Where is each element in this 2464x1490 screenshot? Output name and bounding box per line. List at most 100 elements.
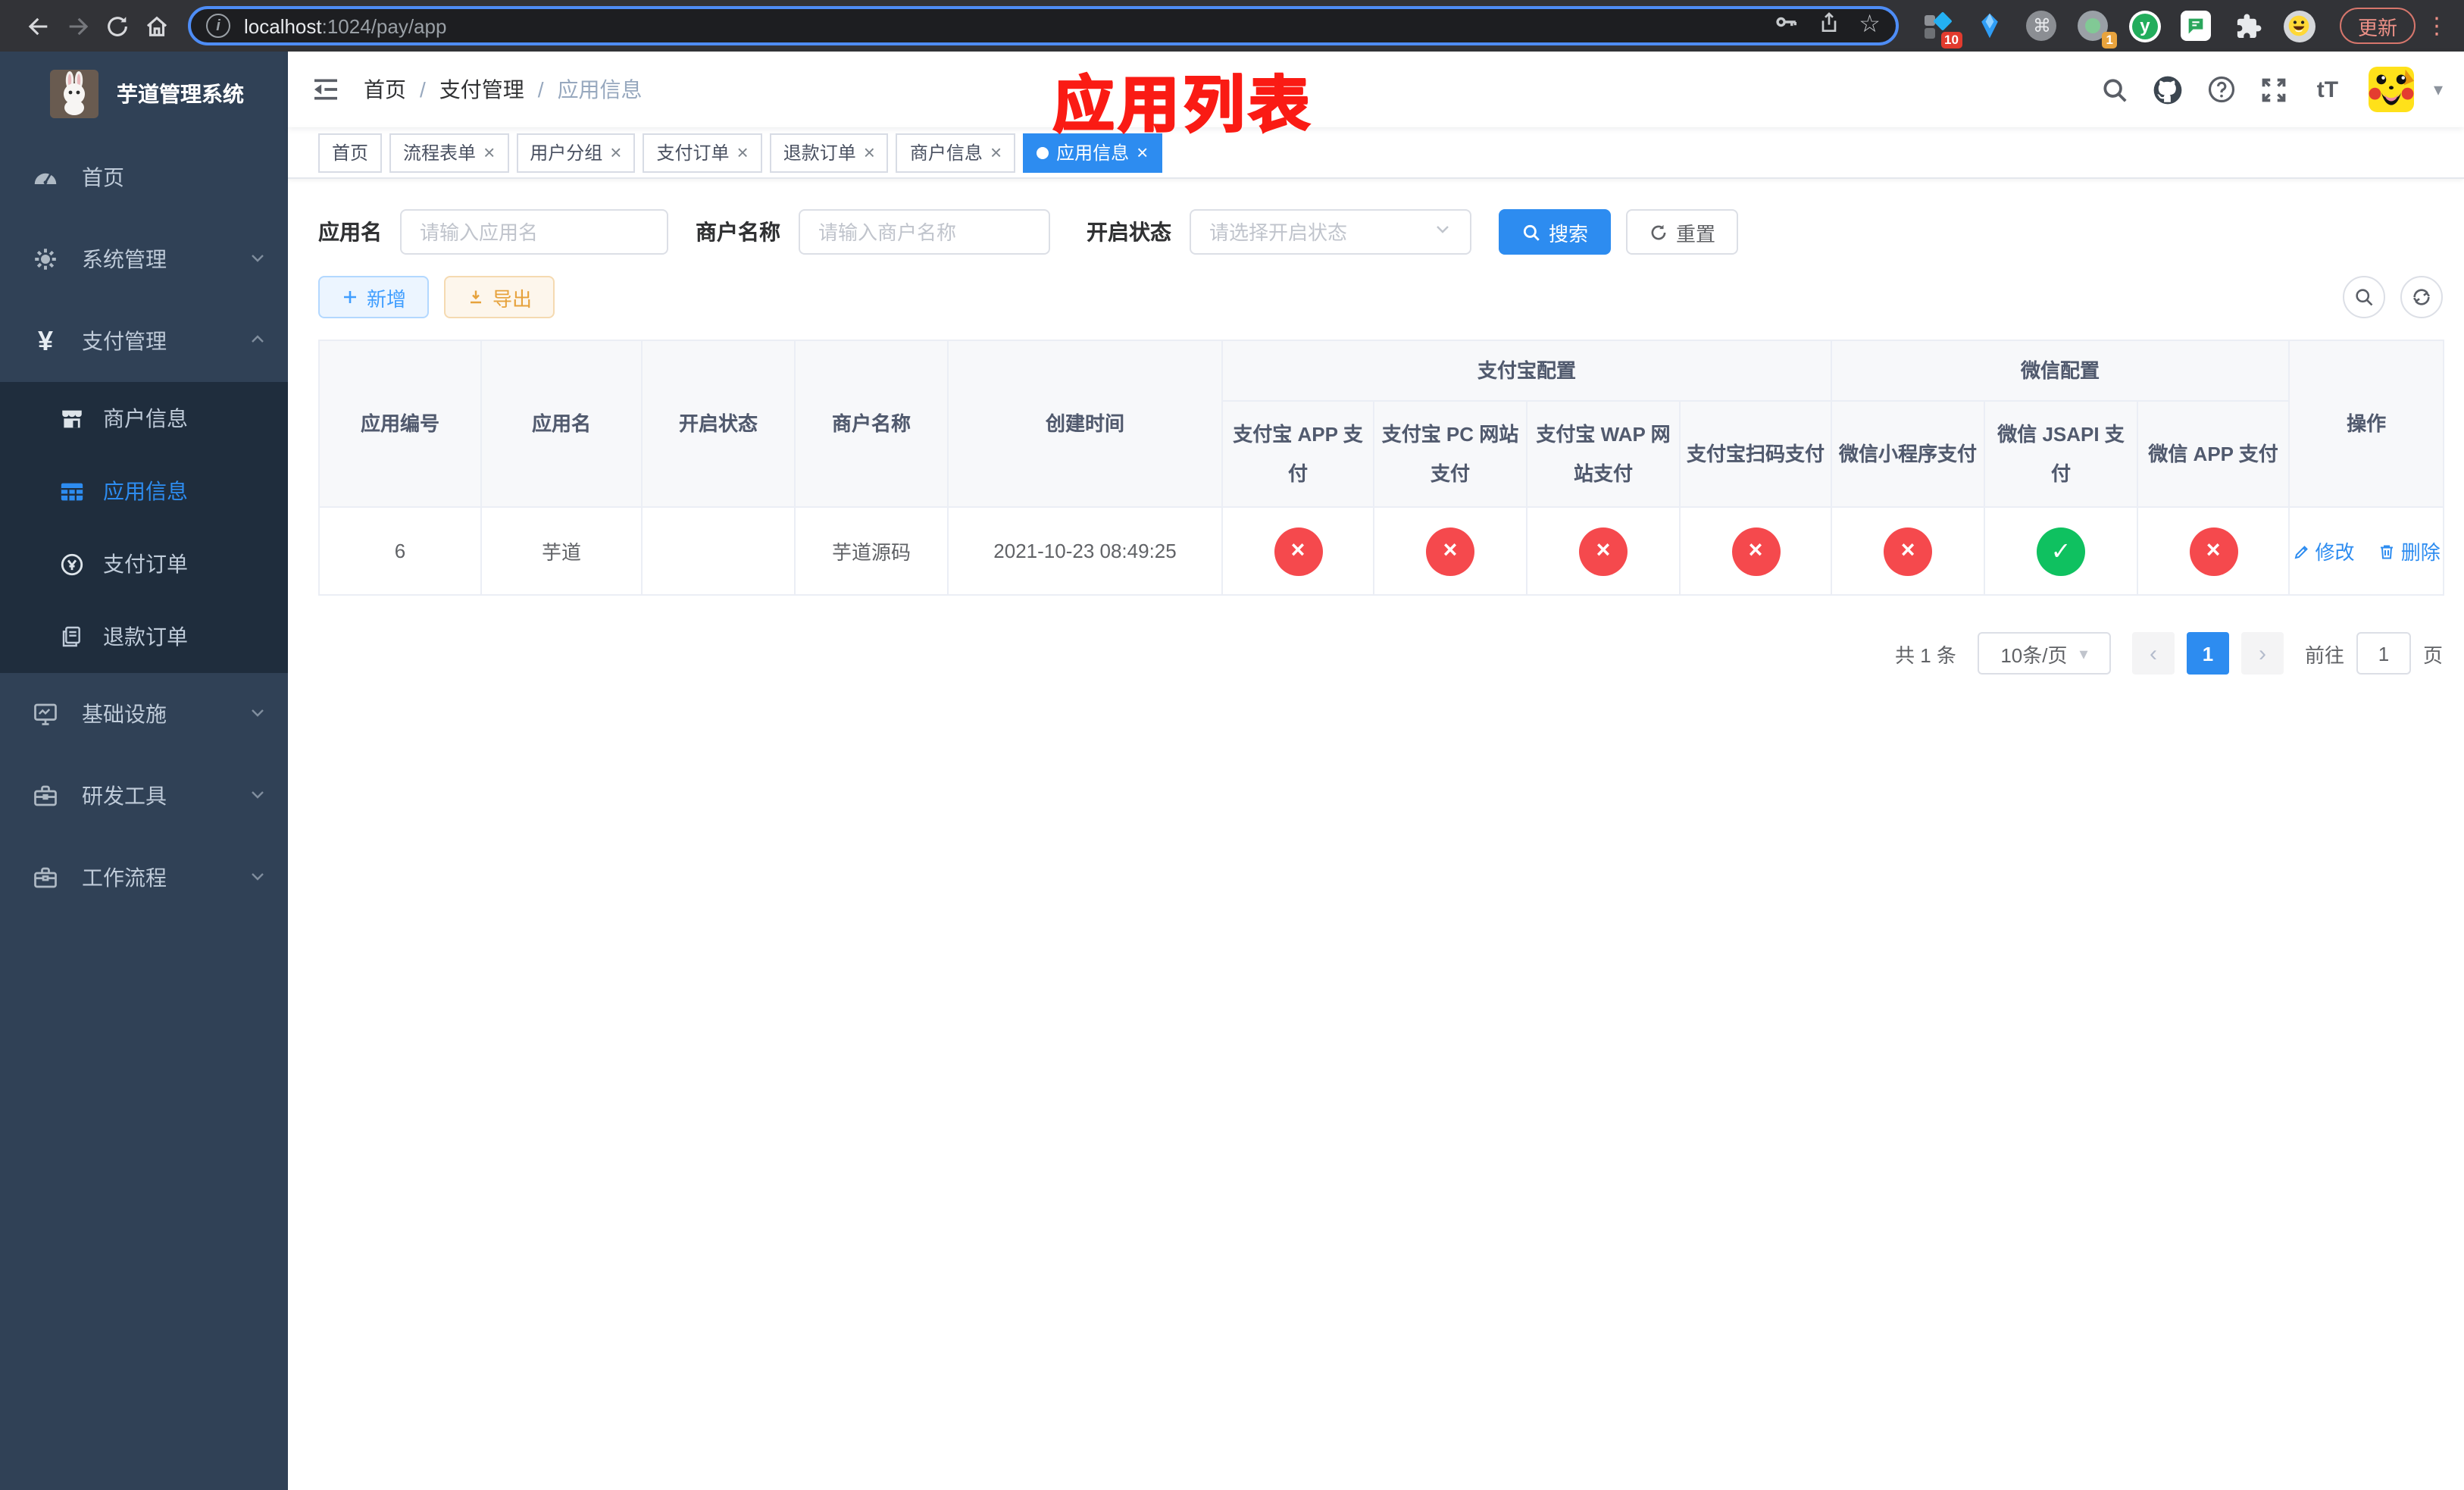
tab-merchant-info[interactable]: 商户信息 × (896, 133, 1016, 172)
group-alipay-config: 支付宝配置 (1221, 340, 1833, 402)
close-icon[interactable]: × (990, 142, 1002, 162)
browser-menu-icon[interactable]: ⋮ (2425, 12, 2449, 39)
fullscreen-icon[interactable] (2256, 71, 2293, 108)
tab-user-group[interactable]: 用户分组 × (516, 133, 636, 172)
user-avatar[interactable] (2368, 67, 2414, 112)
apps-table: 应用编号 应用名 开启状态 商户名称 创建时间 支付宝配置 微信配置 操作 支付… (318, 340, 2445, 596)
tab-refund-order[interactable]: 退款订单 × (769, 133, 889, 172)
profile-emoji-icon[interactable] (2283, 10, 2315, 42)
export-button[interactable]: 导出 (444, 276, 555, 318)
sidebar: 芋道管理系统 首页 系统管理 ¥ 支付管理 商户信息 应用信息 支付订单 退款订… (0, 52, 288, 1490)
merchant-name-input[interactable] (818, 221, 1030, 243)
sidebar-menu: 首页 系统管理 ¥ 支付管理 商户信息 应用信息 支付订单 退款订单 基础设施 … (0, 136, 288, 919)
extension-badge: 1 (2102, 31, 2117, 48)
disabled-cross-icon: × (1884, 527, 1933, 575)
chevron-down-icon (249, 866, 267, 890)
breadcrumb-pay[interactable]: 支付管理 (439, 74, 524, 105)
breadcrumb-separator: / (537, 77, 544, 102)
close-icon[interactable]: × (610, 142, 621, 162)
extension-gem-icon[interactable] (1975, 10, 2006, 42)
extension-tray: 10 ⌘ 1 y (1923, 10, 2315, 48)
status-select-input[interactable] (1209, 221, 1421, 243)
col-wx-lite: 微信小程序支付 (1831, 400, 1986, 508)
tags-view: 首页 流程表单 × 用户分组 × 支付订单 × 退款订单 × 商户信息 × 应用信息 × (288, 127, 2464, 179)
sidebar-item-infra[interactable]: 基础设施 (0, 673, 288, 755)
bookmark-star-icon[interactable]: ☆ (1859, 13, 1881, 38)
extension-command-icon[interactable]: ⌘ (2026, 10, 2058, 42)
col-ops: 操作 (2288, 340, 2445, 508)
address-bar[interactable]: i localhost:1024/pay/app ☆ (188, 6, 1899, 45)
chevron-down-icon (249, 702, 267, 726)
prev-page-button[interactable]: ‹ (2131, 632, 2175, 675)
tab-pay-order[interactable]: 支付订单 × (643, 133, 762, 172)
sidebar-item-app-info[interactable]: 应用信息 (0, 455, 288, 527)
toggle-search-button[interactable] (2343, 276, 2385, 318)
pagination: 共 1 条 10条/页 ▾ ‹ 1 › 前往 页 (318, 632, 2443, 675)
edit-link[interactable]: 修改 (2292, 537, 2354, 565)
status-select[interactable] (1190, 209, 1471, 255)
col-alipay-pc: 支付宝 PC 网站支付 (1373, 400, 1527, 508)
sidebar-item-pay-orders[interactable]: 支付订单 (0, 527, 288, 600)
browser-reload-icon[interactable] (97, 6, 136, 45)
close-icon[interactable]: × (483, 142, 495, 162)
cell-wx-app-status: × (2137, 506, 2290, 596)
close-icon[interactable]: × (737, 142, 749, 162)
sidebar-item-system[interactable]: 系统管理 (0, 218, 288, 300)
page-1-button[interactable]: 1 (2186, 632, 2229, 675)
cell-ops: 修改 删除 (2288, 506, 2445, 596)
browser-update-button[interactable]: 更新 (2339, 8, 2416, 44)
document-icon (58, 623, 85, 650)
sidebar-item-refund-orders[interactable]: 退款订单 (0, 600, 288, 673)
site-info-icon[interactable]: i (206, 14, 230, 38)
app-name-field[interactable] (400, 209, 668, 255)
sidebar-item-workflow[interactable]: 工作流程 (0, 837, 288, 919)
breadcrumb-home[interactable]: 首页 (364, 74, 406, 105)
enabled-check-icon: ✓ (2037, 527, 2086, 575)
monitor-icon (30, 699, 61, 729)
extension-badge: 10 (1940, 31, 1962, 48)
sidebar-item-pay[interactable]: ¥ 支付管理 (0, 300, 288, 382)
password-key-icon[interactable] (1772, 9, 1798, 42)
extension-y-icon[interactable]: y (2128, 10, 2161, 42)
sidebar-item-label: 研发工具 (82, 784, 167, 808)
extension-recorder-icon[interactable]: 1 (2078, 10, 2117, 48)
sidebar-item-home[interactable]: 首页 (0, 136, 288, 218)
search-icon[interactable] (2097, 71, 2134, 108)
merchant-name-label: 商户名称 (696, 220, 780, 244)
sidebar-item-merchant-info[interactable]: 商户信息 (0, 382, 288, 455)
help-icon[interactable] (2203, 71, 2240, 108)
page-size-select[interactable]: 10条/页 ▾ (1977, 632, 2111, 675)
app-logo[interactable]: 芋道管理系统 (0, 52, 288, 136)
sidebar-fold-icon[interactable] (309, 73, 342, 106)
share-icon[interactable] (1816, 10, 1840, 42)
add-button[interactable]: 新增 (318, 276, 430, 318)
browser-home-icon[interactable] (136, 6, 176, 45)
caret-down-icon[interactable]: ▾ (2434, 79, 2443, 100)
merchant-name-field[interactable] (799, 209, 1050, 255)
sidebar-item-dev-tools[interactable]: 研发工具 (0, 755, 288, 837)
goto-page-input[interactable] (2356, 632, 2411, 675)
table-toolbar: 新增 导出 (318, 276, 2443, 318)
refresh-button[interactable] (2400, 276, 2443, 318)
extensions-puzzle-icon[interactable] (2232, 10, 2264, 42)
browser-forward-icon[interactable] (58, 6, 97, 45)
browser-back-icon[interactable] (18, 6, 58, 45)
extension-chat-icon[interactable] (2181, 10, 2212, 42)
search-button[interactable]: 搜索 (1499, 209, 1612, 255)
github-icon[interactable] (2150, 71, 2187, 108)
sidebar-item-label: 退款订单 (103, 624, 188, 649)
sidebar-item-label: 基础设施 (82, 702, 167, 726)
tab-home[interactable]: 首页 (318, 133, 383, 172)
extension-blocks-icon[interactable]: 10 (1923, 10, 1962, 48)
url-text: localhost:1024/pay/app (244, 14, 447, 37)
font-size-icon[interactable]: tT (2309, 71, 2346, 108)
app-name-input[interactable] (420, 221, 649, 243)
tab-process-form[interactable]: 流程表单 × (389, 133, 509, 172)
close-icon[interactable]: × (1137, 142, 1148, 162)
delete-link[interactable]: 删除 (2378, 537, 2441, 565)
next-page-button[interactable]: › (2240, 632, 2284, 675)
disabled-cross-icon: × (1731, 527, 1780, 575)
close-icon[interactable]: × (864, 142, 875, 162)
chevron-down-icon: ▾ (2079, 645, 2088, 663)
reset-button[interactable]: 重置 (1626, 209, 1739, 255)
